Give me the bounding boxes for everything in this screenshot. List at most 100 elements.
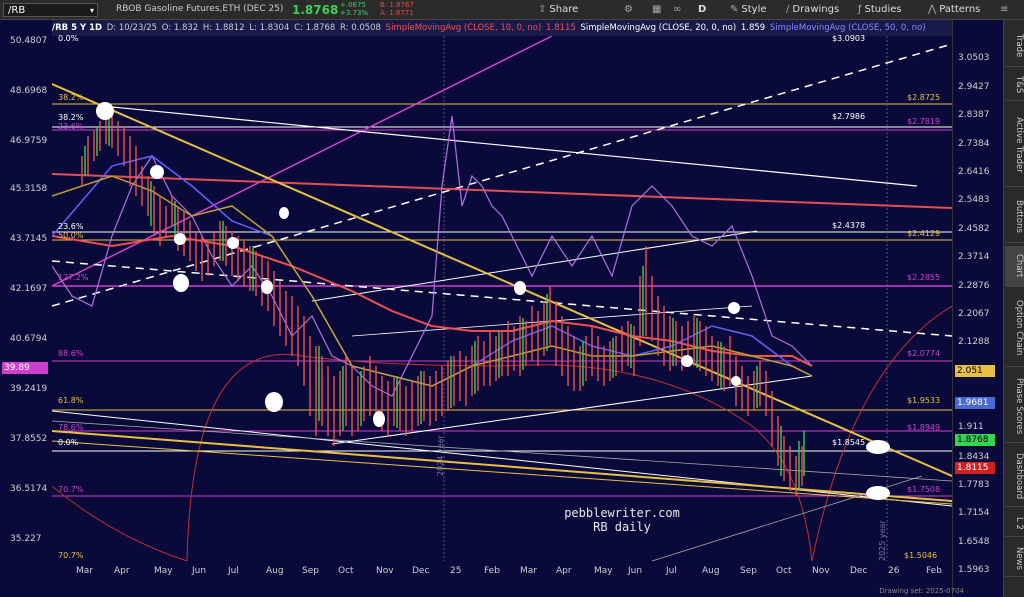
last-price-tag: 1.8768 xyxy=(955,434,995,446)
right-axis-tick: 2.6416 xyxy=(958,167,990,177)
tab-buttons[interactable]: Buttons xyxy=(1005,190,1024,243)
tab-phase-scores[interactable]: Phase Scores xyxy=(1005,370,1024,443)
gear-icon: ⚙ xyxy=(624,4,633,15)
period-selector[interactable]: D xyxy=(698,3,706,17)
level-label: $1.8949 xyxy=(907,423,941,432)
right-axis-tick: 1.911 xyxy=(958,422,984,432)
link-button[interactable]: ∞ xyxy=(673,3,684,17)
tab-chart[interactable]: Chart xyxy=(1005,246,1024,287)
patterns-label: Patterns xyxy=(939,4,981,15)
sma10-value: 1.8115 xyxy=(546,23,576,33)
tab-time-and-sales[interactable]: T&S xyxy=(1005,70,1024,101)
tab-trade[interactable]: Trade xyxy=(1005,26,1024,67)
x-axis-tick: Jun xyxy=(192,566,207,576)
left-axis-tick: 40.6794 xyxy=(10,334,48,344)
bid-ask: B: 1.8767 A: 1.8771 xyxy=(380,1,414,17)
sma50-label[interactable]: SimpleMovingAvg (CLOSE, 50, 0, no) xyxy=(770,23,926,33)
x-axis-tick: Dec xyxy=(412,566,430,576)
price-change: +.0675 +3.73% xyxy=(340,1,368,17)
period-label: D xyxy=(698,4,707,15)
right-price-axis[interactable]: 3.0503 2.9427 2.8387 2.7384 2.6416 2.548… xyxy=(952,20,1003,597)
x-axis-tick: Feb xyxy=(484,566,500,576)
level-label: $1.8545 xyxy=(832,438,866,447)
style-label: Style xyxy=(741,4,767,15)
level-label: $1.5046 xyxy=(904,551,938,560)
right-axis-tick: 2.5483 xyxy=(958,195,990,205)
x-axis-tick: Aug xyxy=(702,566,720,576)
drawings-button[interactable]: ∕ Drawings xyxy=(786,3,839,17)
chart-canvas[interactable] xyxy=(51,35,953,562)
level-label: $2.2855 xyxy=(907,273,941,282)
chart-settings-button[interactable]: ⚙ xyxy=(624,3,636,17)
sma50-price-tag: 2.051 xyxy=(955,365,995,377)
link-icon: ∞ xyxy=(673,4,682,15)
x-axis-tick: Feb xyxy=(926,566,942,576)
bar-close: C: 1.8768 xyxy=(294,23,336,33)
left-price-axis: 50.4807 48.6968 46.9759 45.3158 43.7145 … xyxy=(0,20,52,561)
level-label: $2.7986 xyxy=(832,112,866,121)
x-axis-tick: Dec xyxy=(850,566,868,576)
patterns-icon: ⋀ xyxy=(928,4,937,15)
price-chart[interactable]: 0.0% 38.2% 38.2% 23.6% 23.6% 50.0% 127.2… xyxy=(51,34,953,562)
left-price-marker: 39.89 xyxy=(2,362,48,374)
x-axis-tick: Jun xyxy=(628,566,643,576)
tab-active-trader[interactable]: Active Trader xyxy=(1005,104,1024,187)
tab-dashboard[interactable]: Dashboard xyxy=(1005,446,1024,507)
bid-price: B: 1.8767 xyxy=(380,1,414,9)
top-toolbar: /RB ▾ RBOB Gasoline Futures,ETH (DEC 25)… xyxy=(0,0,1024,20)
x-axis-tick: 25 xyxy=(450,566,462,576)
right-axis-tick: 2.2067 xyxy=(958,309,990,319)
bar-open: O: 1.832 xyxy=(161,23,199,33)
menu-button[interactable]: ≡ xyxy=(1000,3,1011,17)
instrument-name: RBOB Gasoline Futures,ETH (DEC 25) xyxy=(116,4,284,14)
right-axis-tick: 1.7154 xyxy=(958,508,990,518)
style-button[interactable]: ✎ Style xyxy=(730,3,767,17)
left-axis-tick: 39.2419 xyxy=(10,384,48,394)
right-axis-tick: 2.9427 xyxy=(958,82,990,92)
symbol-text: /RB xyxy=(8,5,26,16)
fib-label: 23.6% xyxy=(58,122,84,131)
fib-label: 38.2% xyxy=(58,113,84,122)
x-axis-tick: Sep xyxy=(302,566,319,576)
tab-news[interactable]: News xyxy=(1005,540,1024,577)
left-axis-tick: 42.1697 xyxy=(10,284,48,294)
year-label: 2025 year xyxy=(878,520,887,561)
right-axis-tick: 2.4582 xyxy=(958,224,990,234)
studies-button[interactable]: ƒ Studies xyxy=(858,3,902,17)
bar-low: L: 1.8304 xyxy=(249,23,290,33)
change-abs: +.0675 xyxy=(340,1,366,9)
ask-price: A: 1.8771 xyxy=(380,9,414,17)
fib-label: 70.7% xyxy=(58,551,84,560)
bar-date: D: 10/23/25 xyxy=(106,23,158,33)
level-label: $2.8725 xyxy=(907,93,941,102)
change-pct: +3.73% xyxy=(340,9,369,17)
tab-level2[interactable]: L 2 xyxy=(1005,510,1024,537)
level-label: $2.7819 xyxy=(907,117,941,126)
right-axis-tick: 2.7384 xyxy=(958,139,990,149)
right-axis-tick: 2.8387 xyxy=(958,110,990,120)
level-label: $2.0774 xyxy=(907,349,941,358)
time-axis[interactable]: Mar Apr May Jun Jul Aug Sep Oct Nov Dec … xyxy=(52,561,952,597)
level-label: $2.4378 xyxy=(832,221,866,230)
share-button[interactable]: ⇪ Share xyxy=(538,3,578,17)
watermark-line1: pebblewriter.com xyxy=(564,506,680,520)
watermark: pebblewriter.com RB daily xyxy=(522,506,722,534)
grid-button[interactable]: ▦ xyxy=(652,3,664,17)
left-axis-tick: 45.3158 xyxy=(10,184,48,194)
x-axis-tick: Jul xyxy=(228,566,239,576)
left-axis-tick: 43.7145 xyxy=(10,234,48,244)
sma20-label[interactable]: SimpleMovingAvg (CLOSE, 20, 0, no) xyxy=(580,23,736,33)
left-axis-tick: 50.4807 xyxy=(10,36,48,46)
level-label: $1.9533 xyxy=(907,396,941,405)
fib-label: 70.7% xyxy=(58,485,84,494)
sma20-value: 1.859 xyxy=(740,23,766,33)
symbol-selector[interactable]: /RB ▾ xyxy=(3,3,98,17)
share-icon: ⇪ xyxy=(538,4,547,15)
tab-option-chain[interactable]: Option Chain xyxy=(1005,290,1024,367)
fib-label: 88.6% xyxy=(58,349,84,358)
x-axis-tick: Aug xyxy=(266,566,284,576)
chart-title: /RB 5 Y 1D xyxy=(52,23,103,33)
x-axis-tick: May xyxy=(154,566,173,576)
sma10-label[interactable]: SimpleMovingAvg (CLOSE, 10, 0, no) xyxy=(386,23,542,33)
patterns-button[interactable]: ⋀ Patterns xyxy=(928,3,980,17)
